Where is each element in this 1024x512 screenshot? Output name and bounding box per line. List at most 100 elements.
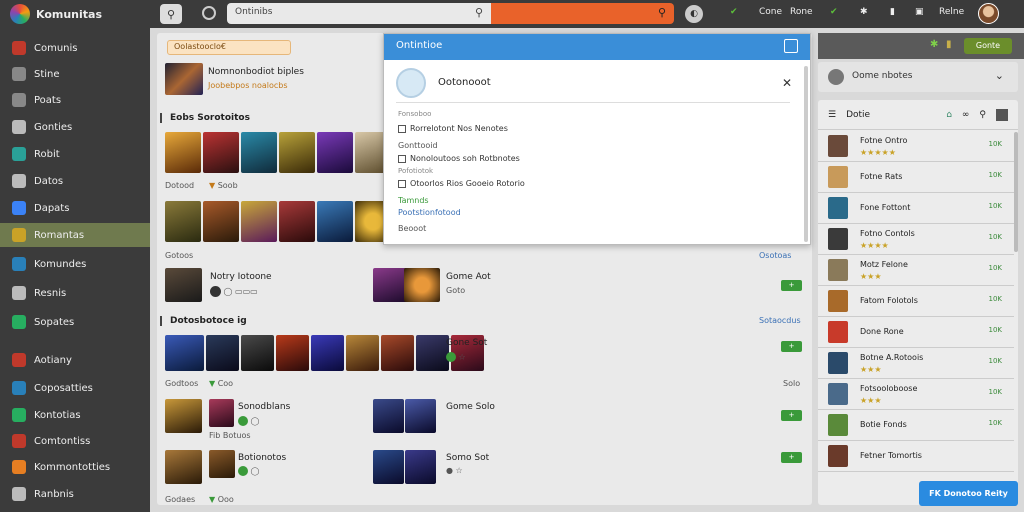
dialog-option-2[interactable]: Nonoloutoos soh Rotbnotes	[398, 154, 520, 163]
row-thumbnail[interactable]	[405, 450, 436, 484]
glasses-icon[interactable]: ∞	[962, 110, 970, 120]
search-icon-button[interactable]: ⚲	[160, 4, 182, 24]
row-title[interactable]: Notry Iotoone	[210, 272, 272, 282]
dialog-scrollbar[interactable]	[804, 66, 808, 242]
dialog-footer[interactable]: Beooot	[398, 224, 426, 233]
sidebar-item-8[interactable]: Komundes	[0, 252, 150, 276]
checkbox[interactable]	[398, 154, 406, 163]
sidebar-item-6[interactable]: Dapats	[0, 196, 150, 220]
row-title[interactable]: Botionotos	[238, 453, 286, 463]
notice-banner[interactable]: Oolastooclo€	[167, 40, 291, 55]
game-tile[interactable]	[165, 132, 201, 173]
add-badge[interactable]: +	[781, 280, 802, 291]
notifications-icon[interactable]: ◐	[685, 5, 703, 23]
game-tile[interactable]	[311, 335, 344, 371]
friend-row[interactable]: Fotno Contols ★★★★ 10K	[818, 224, 1014, 255]
row-thumbnail[interactable]	[209, 450, 235, 478]
sidebar-item-5[interactable]: Datos	[0, 169, 150, 193]
friend-row[interactable]: Botne A.Rotoois ★★★ 10K	[818, 348, 1014, 379]
home-icon[interactable]	[784, 39, 798, 53]
row-thumbnail[interactable]	[404, 268, 440, 302]
sidebar-item-16[interactable]: Ranbnis	[0, 482, 150, 506]
game-tile[interactable]	[203, 132, 239, 173]
row-thumbnail[interactable]	[165, 450, 202, 484]
row-thumbnail[interactable]	[165, 399, 202, 433]
menu-icon[interactable]: ☰	[828, 110, 836, 120]
friend-row[interactable]: Done Rone 10K	[818, 317, 1014, 348]
game-tile[interactable]	[241, 201, 277, 242]
friend-row[interactable]: Fotne Rats 10K	[818, 162, 1014, 193]
game-tile[interactable]	[206, 335, 239, 371]
sidebar-item-13[interactable]: Kontotias	[0, 403, 150, 427]
search-input[interactable]: Ontinibs ⚲	[227, 3, 491, 24]
friend-row[interactable]: Fatom Folotols 10K	[818, 286, 1014, 317]
search-submit-button[interactable]: ⚲	[491, 3, 674, 24]
game-tile[interactable]	[241, 335, 274, 371]
row-right-title[interactable]: Somo Sot	[446, 453, 489, 463]
row-thumbnail[interactable]	[405, 399, 436, 433]
add-badge[interactable]: +	[781, 410, 802, 421]
row-thumbnail[interactable]	[165, 268, 202, 302]
add-badge[interactable]: +	[781, 341, 802, 352]
add-badge[interactable]: +	[781, 452, 802, 463]
sidebar-item-0[interactable]: Comunis	[0, 36, 150, 60]
game-tile[interactable]	[317, 132, 353, 173]
game-tile[interactable]	[165, 201, 201, 242]
friend-row[interactable]: Fone Fottont 10K	[818, 193, 1014, 224]
game-tile[interactable]	[416, 335, 449, 371]
check-icon[interactable]: ✔	[830, 7, 838, 17]
dialog-green-link[interactable]: Tamnds	[398, 196, 429, 205]
sidebar-item-11[interactable]: Aotiany	[0, 348, 150, 372]
award-icon[interactable]: ▮	[946, 39, 952, 50]
sidebar-item-14[interactable]: Comtontiss	[0, 429, 150, 453]
row-title[interactable]: Sonodblans	[238, 402, 290, 412]
game-tile[interactable]	[203, 201, 239, 242]
dialog-option-3[interactable]: Otoorlos Rios Gooeio Rotorio	[398, 179, 525, 188]
sidebar-item-1[interactable]: Stine	[0, 62, 150, 86]
row-right-title[interactable]: Gome Aot	[446, 272, 491, 282]
checkbox[interactable]	[398, 124, 406, 133]
game-tile[interactable]	[276, 335, 309, 371]
dialog-option-1[interactable]: Rorrelotont Nos Nenotes	[398, 124, 508, 133]
game-tile[interactable]	[279, 132, 315, 173]
sidebar-item-12[interactable]: Coposatties	[0, 376, 150, 400]
settings-icon[interactable]	[202, 6, 216, 20]
sidebar-item-2[interactable]: Poats	[0, 88, 150, 112]
row-thumbnail[interactable]	[209, 399, 234, 427]
checkmark-icon[interactable]: ✔	[730, 7, 738, 17]
row-thumbnail[interactable]	[373, 450, 404, 484]
sidebar-item-9[interactable]: Resnis	[0, 281, 150, 305]
sidebar-item-4[interactable]: Robit	[0, 142, 150, 166]
pin-icon[interactable]: ✱	[930, 39, 938, 50]
topbar-link-1[interactable]: Cone	[759, 7, 782, 17]
filter-icon[interactable]	[996, 108, 1008, 121]
app-brand[interactable]: Komunitas	[0, 0, 150, 28]
topbar-link-2[interactable]: Rone	[790, 7, 813, 17]
row-right-title[interactable]: Gome Solo	[446, 402, 495, 412]
game-tile[interactable]	[346, 335, 379, 371]
sidebar-item-7[interactable]: Romantas	[0, 223, 150, 247]
cta-button[interactable]: FK Donotoo Reity	[919, 481, 1018, 506]
filter-dropdown[interactable]: Oome nbotes ⌄	[818, 62, 1018, 92]
user-avatar[interactable]	[978, 3, 999, 24]
search-icon[interactable]: ⚲	[475, 6, 483, 19]
checkbox[interactable]	[398, 179, 406, 188]
featured-thumbnail[interactable]	[165, 63, 203, 95]
sidebar-item-3[interactable]: Gonties	[0, 115, 150, 139]
sidebar-item-10[interactable]: Sopates	[0, 310, 150, 334]
game-tile[interactable]	[279, 201, 315, 242]
friend-row[interactable]: Botie Fonds 10K	[818, 410, 1014, 441]
game-tile[interactable]	[165, 335, 204, 371]
friend-row[interactable]: Fotne Ontro ★★★★★ 10K	[818, 131, 1014, 162]
search-icon[interactable]: ⚲	[979, 110, 986, 120]
game-tile[interactable]	[381, 335, 414, 371]
game-button[interactable]: Gonte	[964, 38, 1012, 54]
home-icon[interactable]: ⌂	[946, 110, 952, 120]
row-thumbnail[interactable]	[373, 399, 404, 433]
game-tile[interactable]	[317, 201, 353, 242]
topbar-link-3[interactable]: Relne	[939, 7, 964, 17]
friend-row[interactable]: Fetner Tomortis	[818, 441, 1014, 472]
strip-3-right-title[interactable]: Gone Sot	[446, 338, 487, 348]
pin-icon[interactable]: ✱	[860, 7, 868, 17]
phone-icon[interactable]: ▮	[890, 7, 895, 17]
